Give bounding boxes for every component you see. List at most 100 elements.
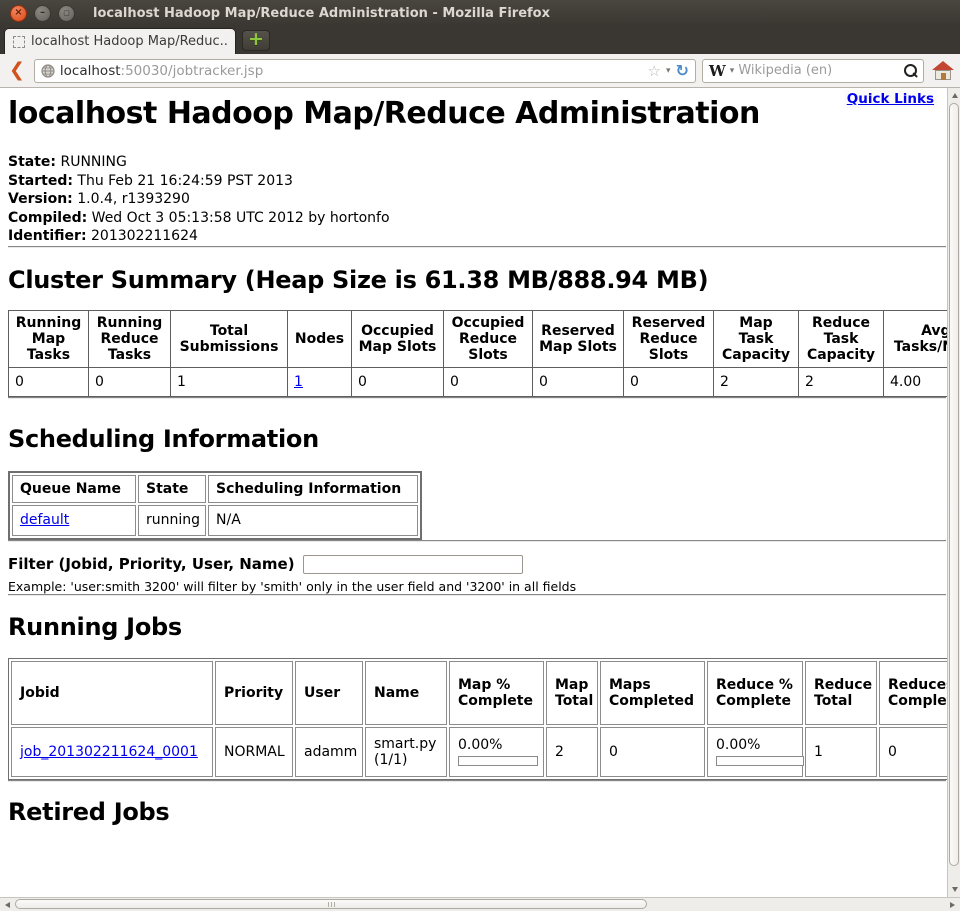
column-header: Reserved Reduce Slots [624,310,714,367]
reload-icon[interactable]: ↻ [676,61,689,80]
grip-icon [328,902,329,907]
column-header: Avg. Tasks/Node [884,310,948,367]
progress-percent: 0.00% [716,737,794,753]
scroll-right-button[interactable] [946,899,959,910]
version-line: Version: 1.0.4, r1393290 [8,190,947,209]
table-cell: 0 [352,367,444,396]
job-link[interactable]: job_201302211624_0001 [20,744,198,760]
scroll-up-button[interactable] [949,89,960,102]
search-engine-caret-icon[interactable]: ▾ [730,66,735,76]
vertical-scrollbar[interactable] [947,88,960,897]
back-button[interactable]: ❮ [6,59,28,83]
vertical-scrollbar-thumb[interactable] [949,103,959,866]
progress-bar [458,756,538,766]
table-cell: default [12,505,136,536]
table-cell: 0 [600,727,705,777]
table-cell: NORMAL [215,727,293,777]
table-cell: 1 [805,727,877,777]
table-cell: job_201302211624_0001 [11,727,213,777]
minimize-icon: – [40,8,45,18]
column-header: Map % Complete [449,661,544,725]
page-content: Quick Links localhost Hadoop Map/Reduce … [0,88,947,897]
column-header: Nodes [288,310,352,367]
column-header: Running Map Tasks [9,310,89,367]
plus-icon: + [248,28,264,50]
url-path: :50030/jobtracker.jsp [121,63,264,79]
data-table: Queue NameStateScheduling Information def… [8,471,422,540]
horizontal-scrollbar[interactable] [0,897,960,911]
scroll-left-button[interactable] [1,899,14,910]
retired-jobs-heading: Retired Jobs [8,798,947,826]
navigation-toolbar: ❮ localhost:50030/jobtracker.jsp ☆ ▾ ↻ W… [0,54,960,88]
column-header: Scheduling Information [208,475,418,503]
column-header: Running Reduce Tasks [89,310,171,367]
filter-input[interactable] [303,555,523,574]
maximize-button[interactable]: ▢ [58,5,75,22]
url-bar[interactable]: localhost:50030/jobtracker.jsp ☆ ▾ ↻ [34,59,696,83]
horizontal-scrollbar-thumb[interactable] [15,899,647,909]
filter-label: Filter (Jobid, Priority, User, Name) [8,555,295,573]
tab-favicon-icon [13,36,25,48]
progress-percent: 0.00% [458,737,535,753]
column-header: State [138,475,206,503]
filter-example-text: Example: 'user:smith 3200' will filter b… [8,579,947,594]
data-table: JobidPriorityUserNameMap % CompleteMap T… [8,658,947,780]
filter-row: Filter (Jobid, Priority, User, Name) [8,555,947,574]
left-arrow-icon [5,902,10,908]
scheduling-table: Queue NameStateScheduling Information def… [8,471,947,540]
url-host: localhost [60,63,121,79]
divider [8,397,946,399]
back-icon: ❮ [9,59,25,81]
identifier-line: Identifier: 201302211624 [8,227,947,246]
quick-links-link[interactable]: Quick Links [844,90,937,108]
compiled-line: Compiled: Wed Oct 3 05:13:58 UTC 2012 by… [8,209,947,228]
running-jobs-table: JobidPriorityUserNameMap % CompleteMap T… [8,658,947,780]
search-icon[interactable] [904,64,917,77]
url-dropdown-caret-icon[interactable]: ▾ [666,66,671,76]
table-cell: adamm [295,727,363,777]
table-row: 00110000224.00 [9,367,948,396]
wikipedia-w-icon[interactable]: W [709,62,726,80]
close-button[interactable]: × [10,5,27,22]
column-header: Reduce Task Capacity [799,310,884,367]
window-buttons: × – ▢ [10,5,75,22]
minimize-button[interactable]: – [34,5,51,22]
table-row: job_201302211624_0001NORMALadammsmart.py… [11,727,947,777]
column-header: Maps Completed [600,661,705,725]
search-bar[interactable]: W ▾ [702,59,924,83]
table-cell: 0 [624,367,714,396]
table-cell: 2 [546,727,598,777]
table-cell: 0.00% [707,727,803,777]
column-header: Map Task Capacity [714,310,799,367]
table-cell: 0.00% [449,727,544,777]
queue-link[interactable]: default [20,512,69,528]
url-text: localhost:50030/jobtracker.jsp [60,63,643,79]
tab-jobtracker[interactable]: localhost Hadoop Map/Reduc... [4,28,236,54]
scroll-down-button[interactable] [949,883,960,896]
globe-icon [41,64,55,78]
column-header: Total Submissions [171,310,288,367]
maximize-icon: ▢ [63,10,70,17]
bookmark-star-icon[interactable]: ☆ [648,62,661,80]
table-cell: running [138,505,206,536]
new-tab-button[interactable]: + [242,30,270,51]
column-header: User [295,661,363,725]
right-arrow-icon [950,902,955,908]
nodes-link[interactable]: 1 [294,374,303,390]
home-button[interactable] [932,62,954,80]
table-cell: 0 [89,367,171,396]
column-header: Queue Name [12,475,136,503]
column-header: Reserved Map Slots [533,310,624,367]
window-titlebar: × – ▢ localhost Hadoop Map/Reduce Admini… [0,0,960,26]
column-header: Occupied Reduce Slots [444,310,533,367]
browser-viewport: Quick Links localhost Hadoop Map/Reduce … [0,88,960,897]
started-line: Started: Thu Feb 21 16:24:59 PST 2013 [8,172,947,191]
column-header: Priority [215,661,293,725]
search-input[interactable] [738,63,900,78]
jobtracker-info: State: RUNNING Started: Thu Feb 21 16:24… [8,153,947,246]
table-cell: 0 [444,367,533,396]
column-header: Reduce % Complete [707,661,803,725]
table-cell: 2 [714,367,799,396]
page-title: localhost Hadoop Map/Reduce Administrati… [8,96,947,131]
running-jobs-heading: Running Jobs [8,613,947,641]
